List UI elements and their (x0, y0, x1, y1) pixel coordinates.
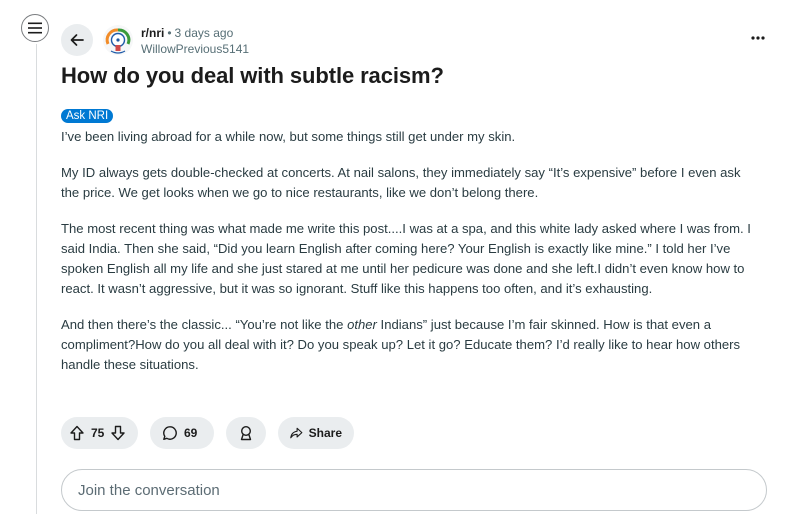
comment-input[interactable]: Join the conversation (61, 469, 767, 511)
comments-button[interactable]: 69 (150, 417, 214, 449)
author-link[interactable]: WillowPrevious5141 (141, 42, 249, 57)
action-bar: 75 69 Share (61, 417, 354, 449)
upvote-button[interactable] (69, 425, 85, 441)
upvote-icon (70, 425, 84, 441)
vote-control: 75 (61, 417, 138, 449)
downvote-button[interactable] (110, 425, 126, 441)
comment-bubble-icon (163, 426, 177, 440)
subreddit-link[interactable]: r/nri (141, 26, 164, 40)
award-button[interactable] (226, 417, 266, 449)
more-options-button[interactable] (748, 28, 768, 48)
left-divider (36, 44, 37, 514)
more-dots-icon (751, 36, 765, 40)
paragraph: I’ve been living abroad for a while now,… (61, 129, 516, 144)
back-button[interactable] (61, 24, 93, 56)
post-flair[interactable]: Ask NRI (61, 109, 114, 123)
post-time: 3 days ago (174, 26, 234, 40)
post-title: How do you deal with subtle racism? (61, 63, 444, 88)
share-button[interactable]: Share (278, 417, 354, 449)
subreddit-logo-icon (105, 28, 131, 54)
subreddit-avatar[interactable] (103, 25, 133, 55)
back-arrow-icon (70, 34, 84, 46)
share-arrow-icon (290, 427, 303, 439)
meta-separator: • (167, 26, 172, 40)
paragraph-text: And then there’s the classic... “You’re … (61, 317, 348, 332)
share-label: Share (308, 426, 342, 440)
menu-button[interactable] (21, 14, 49, 42)
comment-placeholder: Join the conversation (78, 481, 220, 499)
post-body: I’ve been living abroad for a while now,… (61, 127, 761, 391)
post-meta: r/nri • 3 days ago WillowPrevious5141 (141, 26, 249, 57)
award-icon (240, 425, 252, 441)
comment-count: 69 (184, 426, 198, 440)
vote-count: 75 (91, 426, 105, 440)
paragraph: And then there’s the classic... “You’re … (61, 315, 761, 375)
paragraph: My ID always gets double-checked at conc… (61, 165, 741, 200)
paragraph: The most recent thing was what made me w… (61, 221, 751, 296)
downvote-icon (111, 425, 126, 441)
menu-icon (28, 22, 42, 34)
emphasis-text: other (347, 317, 377, 332)
